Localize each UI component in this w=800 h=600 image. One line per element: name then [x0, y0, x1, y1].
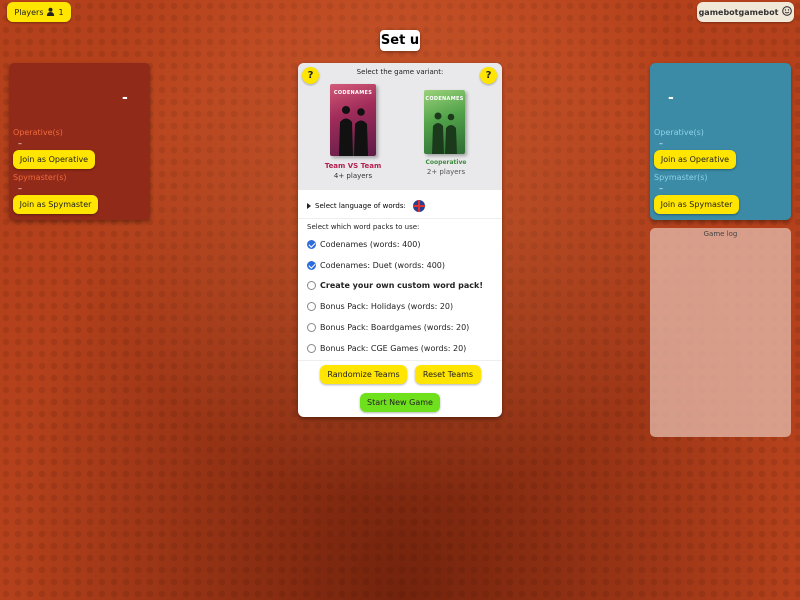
game-log-panel[interactable]: Game log [650, 228, 791, 437]
variant-team-vs-team-players: 4+ players [333, 172, 373, 180]
checkbox-empty-icon[interactable] [307, 323, 316, 332]
blue-spymasters-label: Spymaster(s) [654, 173, 708, 182]
variant-team-vs-team-name[interactable]: Team VS Team [313, 162, 393, 170]
blue-operatives-label: Operative(s) [654, 128, 704, 137]
red-spymasters-label: Spymaster(s) [13, 173, 67, 182]
blue-spymasters-list: – [659, 184, 663, 193]
word-pack-label: Create your own custom word pack! [320, 281, 483, 290]
checkbox-checked-icon[interactable] [307, 240, 316, 249]
players-label: Players [14, 7, 44, 17]
divider [298, 360, 502, 361]
language-label: Select language of words: [315, 201, 406, 210]
blue-team-panel: - Operative(s) – Join as Operative Spyma… [650, 63, 791, 220]
page-title: Set u [380, 30, 420, 51]
red-join-operative-button[interactable]: Join as Operative [13, 150, 95, 169]
user-menu-button[interactable]: gamebotgamebot [697, 2, 794, 22]
game-log-title: Game log [703, 230, 738, 238]
spies-silhouette-icon [339, 106, 368, 156]
variant-team-vs-team-box[interactable]: CODENAMES [330, 84, 376, 156]
players-count: 1 [58, 7, 64, 17]
word-pack-option[interactable]: Bonus Pack: CGE Games (words: 20) [307, 344, 466, 353]
red-join-spymaster-button[interactable]: Join as Spymaster [13, 195, 98, 214]
variant-cooperative-box[interactable]: CODENAMES [424, 90, 465, 154]
word-pack-option[interactable]: Create your own custom word pack! [307, 281, 483, 290]
red-team-panel: - Operative(s) – Join as Operative Spyma… [9, 63, 150, 220]
checkbox-empty-icon[interactable] [307, 302, 316, 311]
blue-team-score: - [668, 90, 674, 106]
word-pack-option[interactable]: Bonus Pack: Holidays (words: 20) [307, 302, 453, 311]
word-pack-option[interactable]: Codenames (words: 400) [307, 240, 420, 249]
word-pack-label: Codenames: Duet (words: 400) [320, 261, 445, 270]
variant-cooperative-players: 2+ players [426, 168, 466, 176]
variant-selector: ? Select the game variant: ? CODENAMES T… [298, 63, 502, 190]
red-spymasters-list: – [18, 184, 22, 193]
players-button[interactable]: Players 1 [7, 2, 71, 22]
variant-prompt: Select the game variant: [356, 68, 444, 76]
spies-silhouette-icon [432, 112, 457, 154]
word-pack-option[interactable]: Bonus Pack: Boardgames (words: 20) [307, 323, 469, 332]
blue-join-operative-button[interactable]: Join as Operative [654, 150, 736, 169]
smiley-icon [782, 6, 793, 18]
variant-cooperative-name[interactable]: Cooperative [406, 159, 486, 166]
word-packs-title: Select which word packs to use: [307, 223, 420, 231]
word-pack-label: Bonus Pack: Boardgames (words: 20) [320, 323, 470, 332]
randomize-teams-button[interactable]: Randomize Teams [320, 365, 407, 384]
red-operatives-list: – [18, 139, 22, 148]
blue-operatives-list: – [659, 139, 663, 148]
help-icon[interactable]: ? [480, 67, 497, 84]
red-team-score: - [122, 90, 128, 106]
reset-teams-button[interactable]: Reset Teams [415, 365, 481, 384]
word-pack-label: Codenames (words: 400) [320, 240, 421, 249]
start-new-game-button[interactable]: Start New Game [360, 393, 440, 412]
person-icon [46, 7, 55, 18]
username: gamebotgamebot [698, 7, 779, 17]
checkbox-empty-icon[interactable] [307, 344, 316, 353]
checkbox-checked-icon[interactable] [307, 261, 316, 270]
triangle-right-icon [307, 202, 311, 209]
word-pack-label: Bonus Pack: Holidays (words: 20) [320, 302, 454, 311]
red-operatives-label: Operative(s) [13, 128, 63, 137]
language-selector[interactable]: Select language of words: [298, 193, 502, 219]
uk-flag-icon[interactable] [412, 199, 425, 212]
word-pack-option[interactable]: Codenames: Duet (words: 400) [307, 261, 445, 270]
game-setup-card: ? Select the game variant: ? CODENAMES T… [298, 63, 502, 417]
checkbox-empty-icon[interactable] [307, 281, 316, 290]
word-pack-label: Bonus Pack: CGE Games (words: 20) [320, 344, 467, 353]
blue-join-spymaster-button[interactable]: Join as Spymaster [654, 195, 739, 214]
